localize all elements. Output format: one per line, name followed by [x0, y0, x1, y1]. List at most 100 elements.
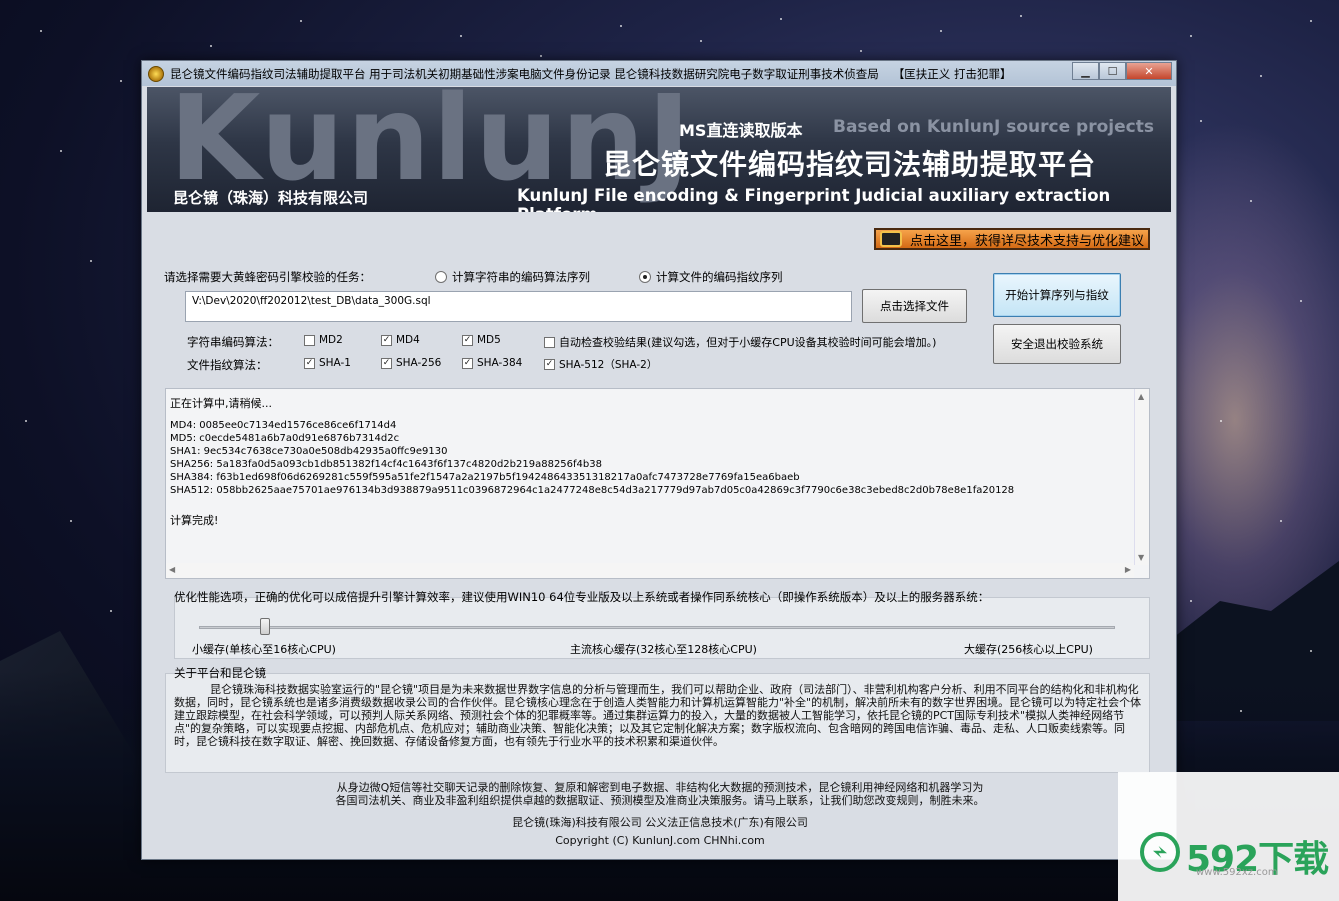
star [110, 610, 112, 612]
watermark-url: www.592xz.com [1196, 867, 1278, 878]
star [300, 20, 302, 22]
output-line-sha512: SHA512: 058bb2625aae75701ae976134b3d9388… [170, 485, 1015, 496]
minimize-button[interactable]: ▁ [1072, 62, 1099, 80]
star [1310, 650, 1312, 652]
tech-support-label: 点击这里，获得详尽技术支持与优化建议 [910, 233, 1145, 249]
checkbox-md5[interactable]: ✓ MD5 [462, 334, 501, 346]
checkbox-sha1[interactable]: ✓ SHA-1 [304, 357, 351, 369]
footer-company: 昆仑镜(珠海)科技有限公司 公义法正信息技术(广东)有限公司 [512, 816, 808, 829]
star [700, 40, 702, 42]
start-compute-button[interactable]: 开始计算序列与指纹 [993, 273, 1121, 317]
radio-string-dot [435, 271, 447, 283]
tick-large-cache: 大缓存(256核心以上CPU) [964, 643, 1093, 656]
output-line-sha256: SHA256: 5a183fa0d5a093cb1db851382f14cf4c… [170, 459, 602, 470]
radio-file-label: 计算文件的编码指纹序列 [656, 270, 783, 284]
output-line-sha1: SHA1: 9ec534c7638ce730a0e508db42935a0ffc… [170, 446, 448, 457]
star [780, 18, 782, 20]
radio-file-mode[interactable]: 计算文件的编码指纹序列 [639, 269, 783, 285]
checkbox-auto-check-label: 自动检查校验结果(建议勾选，但对于小缓存CPU设备其校验时间可能会增加。) [559, 336, 937, 349]
scroll-up-icon[interactable]: ▲ [1138, 392, 1144, 401]
checkbox-sha384[interactable]: ✓ SHA-384 [462, 357, 522, 369]
exit-button[interactable]: 安全退出校验系统 [993, 324, 1121, 364]
star [70, 520, 72, 522]
window-controls: ▁ ☐ ✕ [1072, 62, 1172, 80]
banner-title-cn: 昆仑镜文件编码指纹司法辅助提取平台 [603, 148, 1097, 181]
support-icon [880, 231, 902, 247]
banner-version: MS直连读取版本 [679, 121, 803, 140]
output-line-md5: MD5: c0ecde5481a6b7a0d91e6876b7314d2c [170, 433, 400, 444]
mountain-left [0, 631, 150, 901]
output-horizontal-scrollbar[interactable]: ◀ ▶ [166, 563, 1134, 578]
file-path-input[interactable]: V:\Dev\2020\ff202012\test_DB\data_300G.s… [185, 291, 852, 322]
checkbox-auto-check[interactable]: 自动检查校验结果(建议勾选，但对于小缓存CPU设备其校验时间可能会增加。) [544, 334, 936, 350]
string-algo-label: 字符串编码算法： [187, 335, 279, 349]
star [860, 50, 862, 52]
star [120, 80, 122, 82]
output-line-md4: MD4: 0085ee0c7134ed1576ce86ce6f1714d4 [170, 420, 397, 431]
checkbox-sha1-box: ✓ [304, 357, 315, 369]
checkbox-sha512-label: SHA-512（SHA-2） [559, 359, 658, 371]
task-label: 请选择需要大黄蜂密码引擎校验的任务： [164, 270, 371, 284]
star [40, 30, 42, 32]
cache-slider-track[interactable] [199, 626, 1115, 629]
title-bar[interactable]: 昆仑镜文件编码指纹司法辅助提取平台 用于司法机关初期基础性涉案电脑文件身份记录 … [142, 61, 1176, 86]
star [25, 420, 27, 422]
output-done: 计算完成! [170, 514, 219, 527]
star [1240, 710, 1242, 712]
output-line-sha384: SHA384: f63b1ed698f06d6269281c559f595a51… [170, 472, 800, 483]
optimization-label: 优化性能选项，正确的优化可以成倍提升引擎计算效率，建议使用WIN10 64位专业… [174, 590, 990, 604]
scroll-left-icon[interactable]: ◀ [169, 565, 175, 574]
output-status: 正在计算中,请稍候... [170, 397, 272, 410]
close-button[interactable]: ✕ [1126, 62, 1172, 80]
checkbox-sha512[interactable]: ✓ SHA-512（SHA-2） [544, 357, 657, 372]
checkbox-md5-box: ✓ [462, 334, 473, 346]
choose-file-button[interactable]: 点击选择文件 [862, 289, 967, 323]
about-text: 昆仑镜珠海科技数据实验室运行的"昆仑镜"项目是为未来数据世界数字信息的分析与管理… [174, 683, 1142, 748]
scroll-right-icon[interactable]: ▶ [1125, 565, 1131, 574]
star [90, 260, 92, 262]
checkbox-md2[interactable]: MD2 [304, 334, 343, 346]
checkbox-md2-label: MD2 [319, 334, 343, 346]
star [1190, 600, 1192, 602]
star [210, 45, 212, 47]
output-log[interactable]: 正在计算中,请稍候... MD4: 0085ee0c7134ed1576ce86… [165, 388, 1150, 579]
checkbox-sha256-box: ✓ [381, 357, 392, 369]
checkbox-auto-check-box [544, 336, 555, 348]
checkbox-sha1-label: SHA-1 [319, 357, 351, 369]
mountain-right [1169, 561, 1339, 721]
banner-company: 昆仑镜（珠海）科技有限公司 [173, 189, 369, 207]
checkbox-sha512-box: ✓ [544, 359, 555, 370]
star [1260, 75, 1262, 77]
scroll-down-icon[interactable]: ▼ [1138, 553, 1144, 562]
star [1300, 300, 1302, 302]
star [1280, 520, 1282, 522]
banner-based-on: Based on KunlunJ source projects [833, 117, 1154, 137]
footer-copyright: Copyright (C) KunlunJ.com CHNhi.com [555, 834, 765, 847]
checkbox-md4[interactable]: ✓ MD4 [381, 334, 420, 346]
tick-small-cache: 小缓存(单核心至16核心CPU) [192, 643, 336, 656]
tech-support-button[interactable]: 点击这里，获得详尽技术支持与优化建议 [874, 228, 1150, 250]
checkbox-sha256[interactable]: ✓ SHA-256 [381, 357, 441, 369]
star [620, 25, 622, 27]
maximize-button[interactable]: ☐ [1099, 62, 1126, 80]
checkbox-md4-box: ✓ [381, 334, 392, 346]
checkbox-md2-box [304, 334, 315, 346]
window-title-slogan: 【匡扶正义 打击犯罪】 [892, 66, 1012, 81]
checkbox-sha256-label: SHA-256 [396, 357, 442, 369]
star [1020, 15, 1022, 17]
window-title: 昆仑镜文件编码指纹司法辅助提取平台 用于司法机关初期基础性涉案电脑文件身份记录 … [170, 66, 879, 81]
star [1310, 20, 1312, 22]
app-window: 昆仑镜文件编码指纹司法辅助提取平台 用于司法机关初期基础性涉案电脑文件身份记录 … [141, 60, 1177, 860]
footer-line-2: 各国司法机关、商业及非盈利组织提供卓越的数据取证、预测模型及准商业决策服务。请马… [335, 794, 985, 807]
star [60, 150, 62, 152]
star [1220, 420, 1222, 422]
watermark-logo-icon [1140, 832, 1180, 872]
radio-file-dot [639, 271, 651, 283]
radio-string-mode[interactable]: 计算字符串的编码算法序列 [435, 269, 590, 285]
star [1190, 35, 1192, 37]
output-vertical-scrollbar[interactable]: ▲ ▼ [1134, 389, 1149, 565]
banner-title-en: KunlunJ File encoding & Fingerprint Judi… [517, 186, 1111, 212]
star [460, 35, 462, 37]
cache-slider-thumb[interactable] [260, 618, 270, 635]
tick-mid-cache: 主流核心缓存(32核心至128核心CPU) [570, 643, 757, 656]
